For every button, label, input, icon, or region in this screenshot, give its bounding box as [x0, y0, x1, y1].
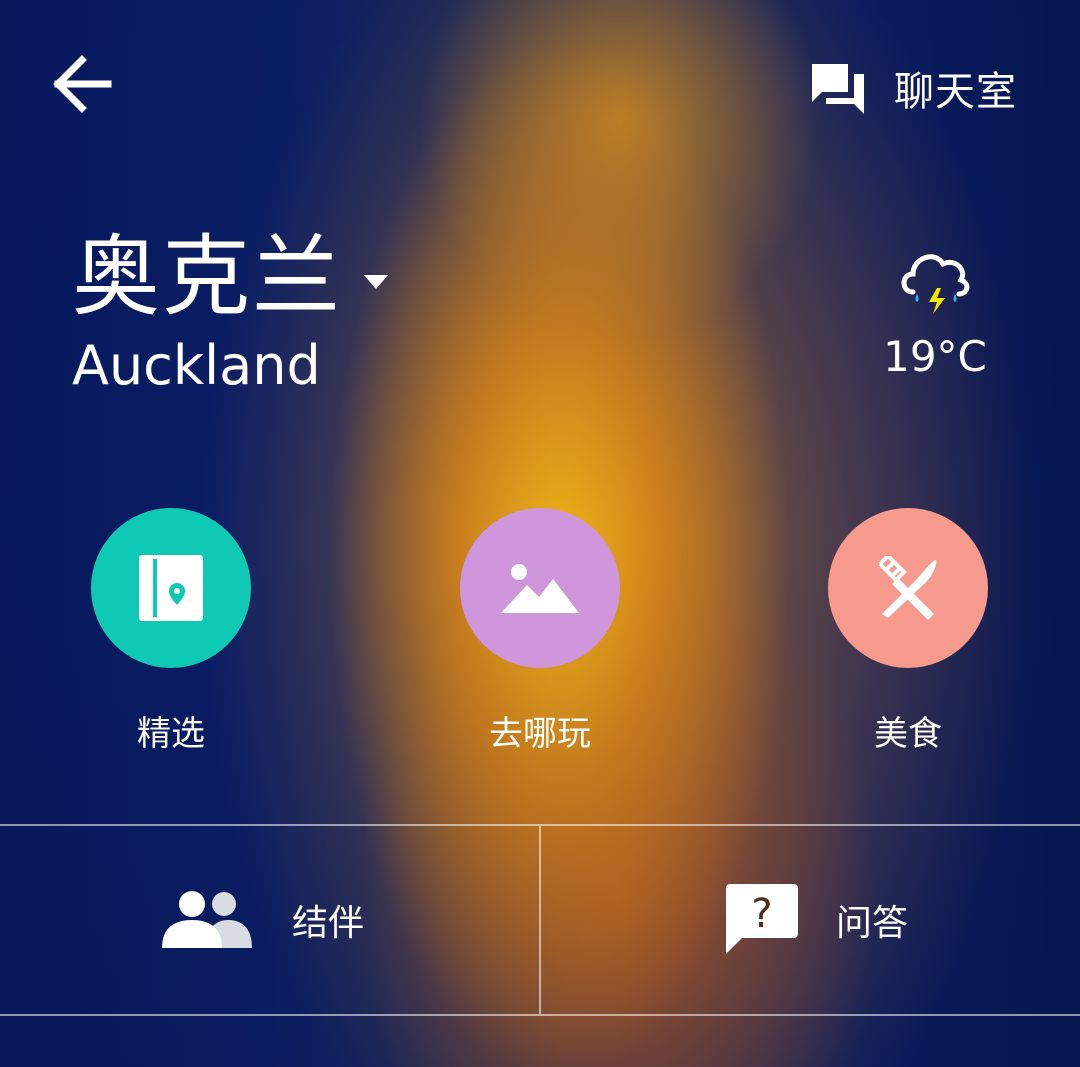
- caret-down-icon[interactable]: [364, 275, 389, 289]
- chat-room-button[interactable]: 聊天室: [810, 58, 1017, 118]
- arrow-left-icon: [53, 55, 112, 113]
- chat-bubbles-icon: [812, 64, 864, 114]
- city-name-cn: 奥克兰: [72, 225, 343, 328]
- people-icon: [162, 891, 252, 948]
- category-label: 精选: [137, 714, 205, 754]
- thunderstorm-rain-icon: [901, 254, 970, 314]
- question-bubble-icon: ?: [726, 884, 798, 954]
- qa-button[interactable]: ? 问答: [726, 826, 908, 1014]
- qa-label: 问答: [836, 903, 909, 944]
- fork-knife-icon: [878, 556, 937, 620]
- landscape-icon: [501, 564, 579, 613]
- divider: [0, 1014, 1080, 1016]
- featured-circle: [91, 508, 251, 668]
- divider: [539, 826, 541, 1014]
- city-name-en: Auckland: [72, 334, 321, 397]
- companion-button[interactable]: 结伴: [162, 826, 364, 1014]
- where-to-play-circle: [460, 508, 620, 668]
- category-label: 去哪玩: [489, 714, 591, 754]
- svg-text:?: ?: [751, 891, 772, 937]
- top-bar: 聊天室: [0, 0, 1080, 170]
- companion-label: 结伴: [292, 903, 365, 944]
- category-label: 美食: [874, 714, 942, 754]
- food-circle: [828, 508, 988, 668]
- category-where-to-play[interactable]: 去哪玩: [450, 508, 630, 755]
- back-button[interactable]: [52, 54, 116, 114]
- category-featured[interactable]: 精选: [81, 508, 261, 755]
- category-food[interactable]: 美食: [818, 508, 998, 755]
- weather-widget: 19°C: [880, 240, 990, 381]
- temperature: 19°C: [883, 332, 987, 381]
- city-selector[interactable]: 奥克兰 Auckland: [72, 222, 389, 397]
- guidebook-location-icon: [139, 555, 203, 621]
- chat-room-label: 聊天室: [894, 69, 1017, 115]
